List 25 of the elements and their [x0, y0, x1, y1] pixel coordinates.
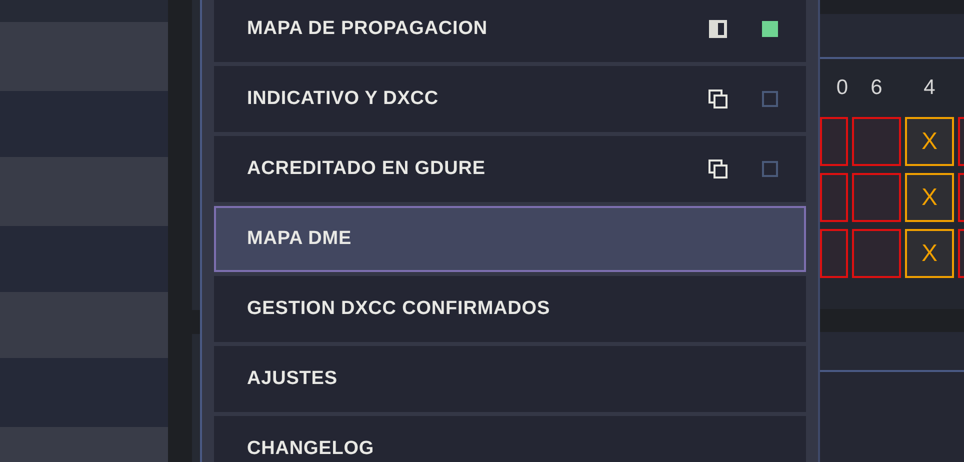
- overlapping-squares-icon: [707, 158, 729, 180]
- checkbox[interactable]: [762, 161, 778, 177]
- half-square-icon: [707, 18, 729, 40]
- grid-cell[interactable]: [820, 173, 848, 222]
- menu-item[interactable]: MAPA DE PROPAGACION: [214, 0, 806, 62]
- menu-item[interactable]: MAPA DME: [214, 206, 806, 272]
- grid-cell[interactable]: [820, 229, 848, 278]
- grid-cell[interactable]: [852, 173, 901, 222]
- grid-cell[interactable]: X: [905, 229, 954, 278]
- menu-item[interactable]: INDICATIVO Y DXCC: [214, 66, 806, 132]
- checkbox[interactable]: [762, 21, 778, 37]
- checkbox[interactable]: [762, 91, 778, 107]
- grid-cell[interactable]: X: [905, 117, 954, 166]
- menu-item[interactable]: CHANGELOG: [214, 416, 806, 462]
- grid-cell[interactable]: [820, 117, 848, 166]
- grid-cell[interactable]: [852, 117, 901, 166]
- menu-item[interactable]: GESTION DXCC CONFIRMADOS: [214, 276, 806, 342]
- column-header: 0: [835, 75, 848, 102]
- overlapping-squares-icon: [707, 88, 729, 110]
- column-header: 4: [922, 75, 936, 102]
- menu-item[interactable]: AJUSTES: [214, 346, 806, 412]
- menu-item[interactable]: ACREDITADO EN GDURE: [214, 136, 806, 202]
- column-header: 6: [870, 75, 884, 102]
- grid-cell[interactable]: X: [905, 173, 954, 222]
- grid-cell[interactable]: [852, 229, 901, 278]
